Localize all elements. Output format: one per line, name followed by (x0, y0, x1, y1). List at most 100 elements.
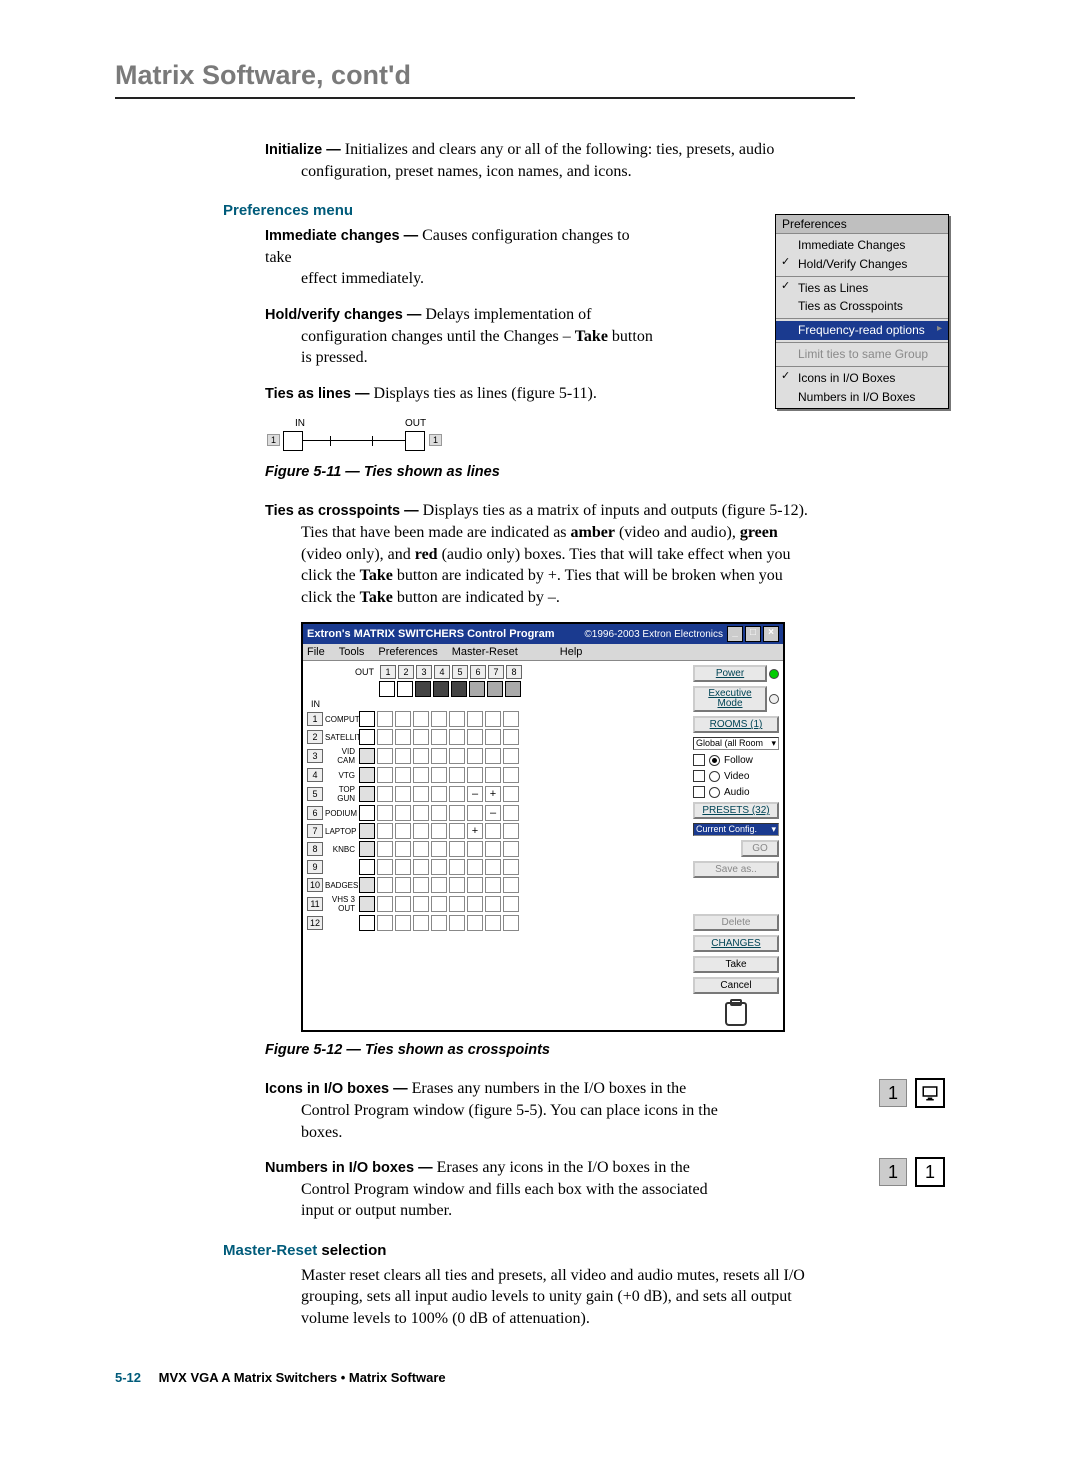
crosspoint-cell[interactable] (431, 915, 447, 931)
crosspoint-cell[interactable] (413, 786, 429, 802)
crosspoint-cell[interactable] (449, 896, 465, 912)
crosspoint-cell[interactable] (467, 859, 483, 875)
crosspoint-cell[interactable] (485, 915, 501, 931)
crosspoint-cell[interactable] (395, 877, 411, 893)
crosspoint-cell[interactable] (449, 786, 465, 802)
crosspoint-cell[interactable] (449, 767, 465, 783)
preset-select[interactable]: Current Config.▾ (693, 823, 779, 836)
room-select[interactable]: Global (all Room▾ (693, 737, 779, 750)
crosspoint-cell[interactable] (431, 767, 447, 783)
menu-master-reset[interactable]: Master-Reset (452, 646, 518, 658)
crosspoint-cell[interactable] (395, 841, 411, 857)
crosspoint-cell[interactable] (503, 859, 519, 875)
crosspoint-cell[interactable] (467, 896, 483, 912)
crosspoint-cell[interactable] (431, 748, 447, 764)
delete-button[interactable]: Delete (693, 914, 779, 931)
trash-icon[interactable] (725, 1002, 747, 1026)
menu-item-immediate[interactable]: Immediate Changes (776, 236, 948, 255)
crosspoint-cell[interactable]: + (467, 823, 483, 839)
crosspoint-cell[interactable] (485, 841, 501, 857)
crosspoint-cell[interactable] (413, 823, 429, 839)
crosspoint-cell[interactable] (485, 877, 501, 893)
crosspoint-cell[interactable] (413, 859, 429, 875)
crosspoint-cell[interactable]: – (485, 805, 501, 821)
crosspoint-cell[interactable] (449, 729, 465, 745)
crosspoint-cell[interactable] (449, 711, 465, 727)
menu-file[interactable]: File (307, 646, 325, 658)
crosspoint-cell[interactable] (377, 805, 393, 821)
crosspoint-cell[interactable] (503, 841, 519, 857)
crosspoint-cell[interactable] (467, 748, 483, 764)
radio-audio[interactable] (709, 787, 720, 798)
menu-help[interactable]: Help (560, 646, 583, 658)
crosspoint-cell[interactable] (377, 915, 393, 931)
crosspoint-cell[interactable] (413, 877, 429, 893)
crosspoint-cell[interactable] (449, 841, 465, 857)
crosspoint-cell[interactable] (449, 877, 465, 893)
crosspoint-cell[interactable] (467, 729, 483, 745)
crosspoint-cell[interactable] (431, 711, 447, 727)
crosspoint-cell[interactable] (485, 896, 501, 912)
crosspoint-cell[interactable] (413, 915, 429, 931)
crosspoint-cell[interactable] (395, 767, 411, 783)
crosspoint-cell[interactable] (377, 841, 393, 857)
crosspoint-cell[interactable] (485, 767, 501, 783)
crosspoint-cell[interactable] (413, 896, 429, 912)
crosspoint-cell[interactable] (395, 748, 411, 764)
crosspoint-cell[interactable] (377, 748, 393, 764)
crosspoint-cell[interactable] (485, 823, 501, 839)
crosspoint-cell[interactable] (485, 748, 501, 764)
crosspoint-cell[interactable] (377, 823, 393, 839)
menu-tools[interactable]: Tools (339, 646, 365, 658)
radio-follow[interactable] (709, 755, 720, 766)
crosspoint-cell[interactable] (449, 915, 465, 931)
crosspoint-cell[interactable] (377, 896, 393, 912)
crosspoint-cell[interactable] (449, 748, 465, 764)
crosspoint-cell[interactable] (395, 729, 411, 745)
crosspoint-cell[interactable] (503, 748, 519, 764)
crosspoint-cell[interactable] (449, 859, 465, 875)
crosspoint-cell[interactable] (395, 786, 411, 802)
crosspoint-cell[interactable] (503, 786, 519, 802)
crosspoint-cell[interactable] (449, 823, 465, 839)
crosspoint-cell[interactable] (503, 767, 519, 783)
crosspoint-cell[interactable] (431, 786, 447, 802)
power-button[interactable]: Power (693, 665, 767, 682)
crosspoint-cell[interactable] (413, 711, 429, 727)
crosspoint-cell[interactable] (413, 767, 429, 783)
crosspoint-cell[interactable] (431, 896, 447, 912)
crosspoint-cell[interactable]: + (485, 786, 501, 802)
maximize-button[interactable]: □ (745, 626, 761, 642)
presets-button[interactable]: PRESETS (32) (693, 802, 779, 819)
crosspoint-cell[interactable] (467, 915, 483, 931)
menu-item-ties-crosspoints[interactable]: Ties as Crosspoints (776, 297, 948, 316)
crosspoint-cell[interactable] (431, 823, 447, 839)
crosspoint-cell[interactable] (377, 729, 393, 745)
crosspoint-cell[interactable] (503, 877, 519, 893)
crosspoint-cell[interactable] (431, 877, 447, 893)
crosspoint-cell[interactable] (395, 859, 411, 875)
crosspoint-cell[interactable] (503, 729, 519, 745)
crosspoint-cell[interactable] (503, 805, 519, 821)
crosspoint-cell[interactable] (377, 877, 393, 893)
crosspoint-cell[interactable] (467, 711, 483, 727)
executive-mode-button[interactable]: ExecutiveMode (693, 686, 767, 712)
cancel-button[interactable]: Cancel (693, 977, 779, 994)
crosspoint-cell[interactable] (377, 767, 393, 783)
crosspoint-cell[interactable] (431, 859, 447, 875)
crosspoint-cell[interactable] (395, 915, 411, 931)
crosspoint-cell[interactable] (413, 841, 429, 857)
save-as-button[interactable]: Save as.. (693, 861, 779, 878)
crosspoint-cell[interactable] (395, 805, 411, 821)
crosspoint-cell[interactable] (467, 841, 483, 857)
take-button[interactable]: Take (693, 956, 779, 973)
crosspoint-cell[interactable] (377, 859, 393, 875)
crosspoint-cell[interactable] (413, 729, 429, 745)
rooms-button[interactable]: ROOMS (1) (693, 716, 779, 733)
radio-video[interactable] (709, 771, 720, 782)
crosspoint-cell[interactable] (395, 896, 411, 912)
crosspoint-cell[interactable] (467, 877, 483, 893)
menu-item-ties-lines[interactable]: Ties as Lines (776, 279, 948, 298)
crosspoint-cell[interactable] (395, 823, 411, 839)
crosspoint-cell[interactable] (413, 748, 429, 764)
